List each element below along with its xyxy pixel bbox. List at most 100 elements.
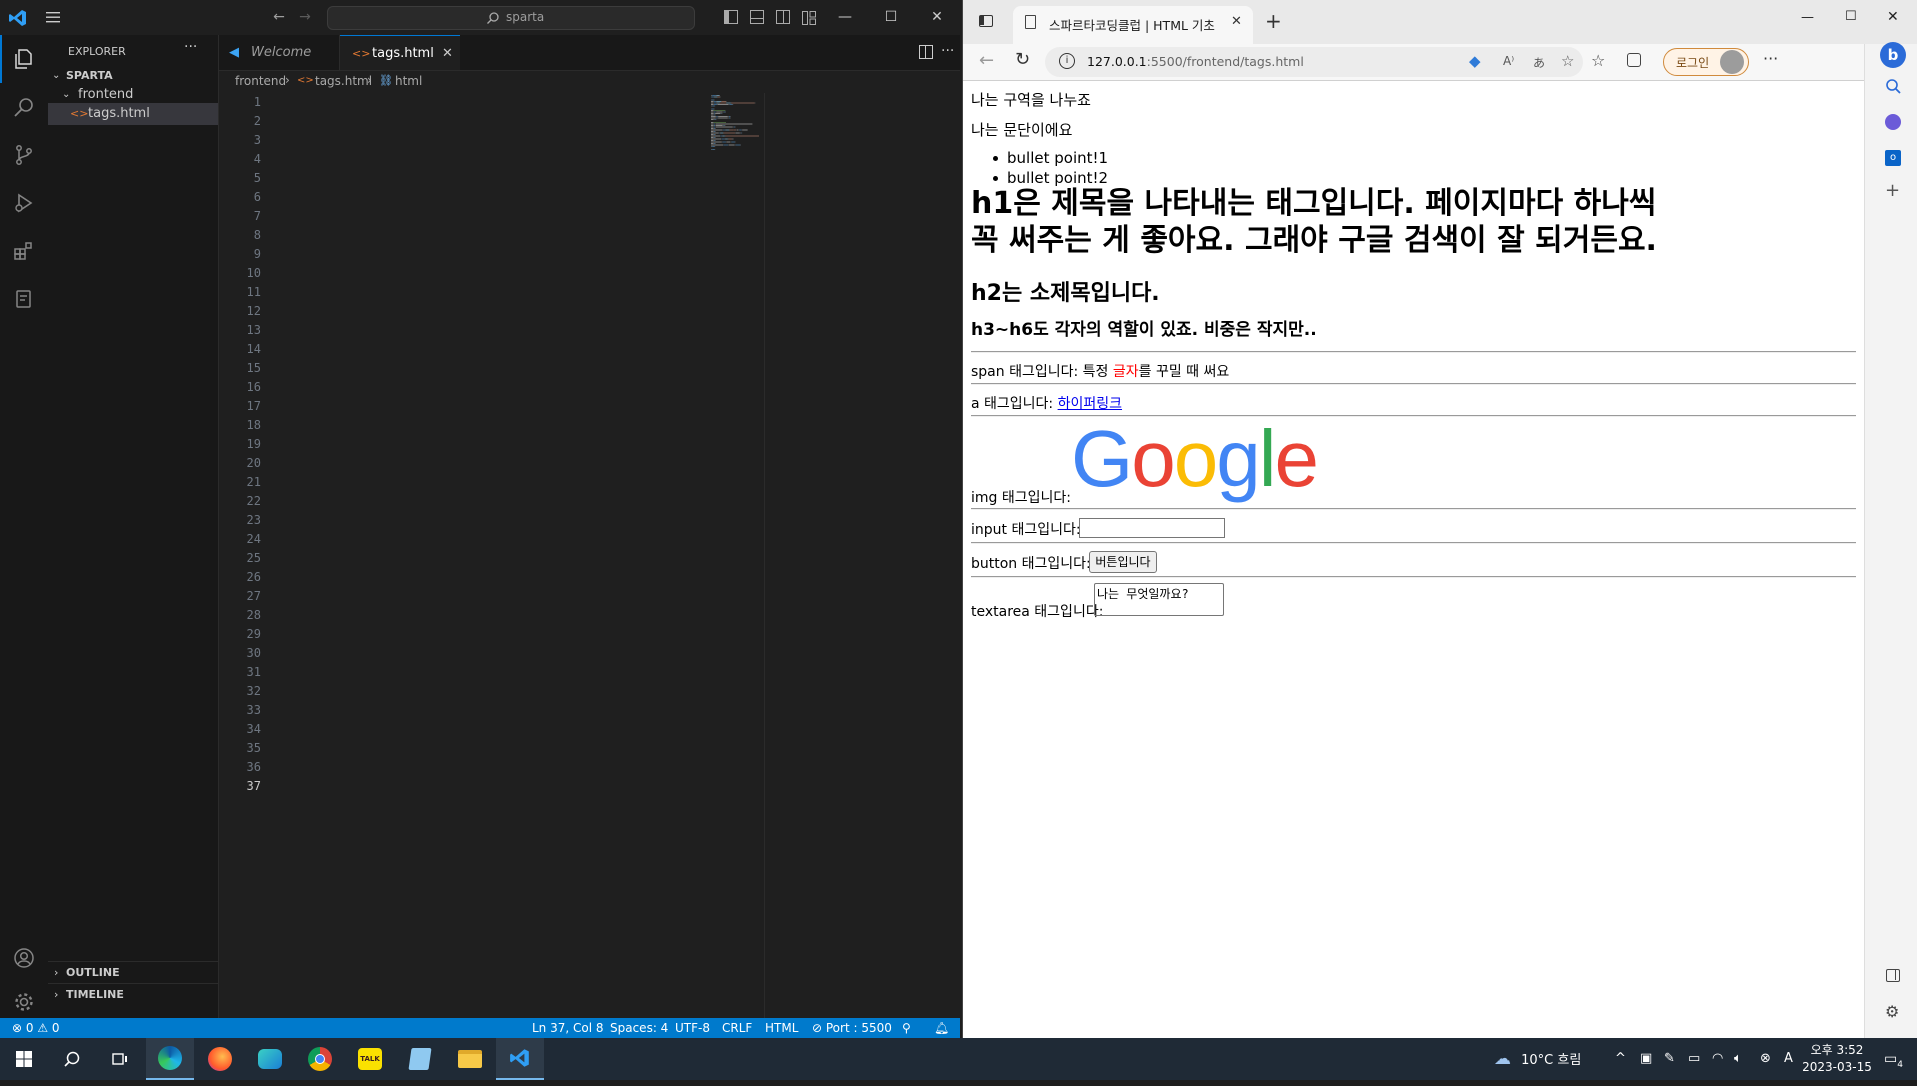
run-debug-icon[interactable] xyxy=(0,179,48,227)
cursor-position[interactable]: Ln 37, Col 8 xyxy=(532,1018,604,1038)
back-arrow-icon[interactable]: ← xyxy=(979,50,994,71)
clock[interactable]: 오후 3:52 2023-03-15 xyxy=(1800,1042,1874,1076)
command-center-search[interactable]: sparta xyxy=(327,6,695,30)
refresh-icon[interactable]: ↻ xyxy=(1015,49,1030,70)
add-favorite-icon[interactable]: ☆ xyxy=(1561,52,1574,70)
login-button[interactable]: 로그인 xyxy=(1663,48,1749,76)
toggle-panel-icon[interactable] xyxy=(750,10,764,24)
source-control-icon[interactable] xyxy=(0,131,48,179)
outlook-icon[interactable]: o xyxy=(1885,150,1901,166)
vertical-scrollbar[interactable] xyxy=(764,93,779,1018)
explorer-more-icon[interactable]: ··· xyxy=(184,39,197,55)
info-icon[interactable]: i xyxy=(1059,53,1075,69)
close-tab-icon[interactable]: ✕ xyxy=(442,36,453,71)
task-view-icon[interactable] xyxy=(96,1038,144,1080)
weather-widget[interactable]: ☁ 10°C 흐림 xyxy=(1494,1038,1581,1080)
close-button[interactable]: ✕ xyxy=(914,0,960,35)
code-editor[interactable]: 1 2 3 4 5 6 7 8 9 10 11 12 13 14 15 16 17 18 19 20 21 22 23 24 2… xyxy=(219,93,960,1018)
account-icon[interactable] xyxy=(0,934,48,982)
favorites-icon[interactable]: ☆ xyxy=(1591,51,1605,70)
file-tags-html[interactable]: <> tags.html xyxy=(48,103,218,125)
breadcrumb-folder[interactable]: frontend xyxy=(235,74,286,88)
text-input[interactable] xyxy=(1079,518,1225,538)
edge-app-icon[interactable] xyxy=(146,1038,194,1080)
tab-actions-icon[interactable] xyxy=(979,15,993,27)
end-of-line[interactable]: CRLF xyxy=(722,1018,752,1038)
maximize-button[interactable]: ☐ xyxy=(1845,9,1857,24)
extensions-icon[interactable] xyxy=(0,227,48,275)
minimap[interactable] xyxy=(709,93,764,153)
customize-layout-icon[interactable] xyxy=(802,10,816,25)
vscode-app-icon[interactable] xyxy=(496,1038,544,1080)
forward-arrow-icon[interactable]: → xyxy=(296,8,314,26)
status-tray-icon[interactable]: ⊗ xyxy=(1760,1038,1771,1080)
new-tab-button[interactable]: + xyxy=(1265,9,1282,33)
minimap-token xyxy=(715,113,720,114)
pen-icon[interactable]: ✎ xyxy=(1664,1038,1675,1080)
show-hidden-icons-chevron[interactable]: ^ xyxy=(1615,1038,1626,1080)
tag-icon[interactable]: ◆ xyxy=(1469,52,1481,70)
start-button[interactable] xyxy=(0,1038,48,1080)
close-button[interactable]: ✕ xyxy=(1887,9,1899,25)
more-options-icon[interactable]: ··· xyxy=(1763,49,1778,68)
toggle-secondary-sidebar-icon[interactable] xyxy=(776,10,790,24)
bing-chat-icon[interactable]: b xyxy=(1880,42,1906,68)
search-icon[interactable] xyxy=(1885,78,1901,98)
outline-section[interactable]: › OUTLINE xyxy=(48,961,218,984)
problems-indicator[interactable]: ⊗ 0 ⚠ 0 xyxy=(12,1018,60,1038)
display-icon[interactable]: ▭ xyxy=(1688,1038,1700,1080)
notepad-app-icon[interactable] xyxy=(396,1038,444,1080)
maximize-button[interactable]: ☐ xyxy=(868,0,914,35)
encoding[interactable]: UTF-8 xyxy=(675,1018,710,1038)
add-icon[interactable]: + xyxy=(1885,180,1900,201)
close-tab-icon[interactable]: ✕ xyxy=(1231,14,1242,29)
toggle-primary-sidebar-icon[interactable] xyxy=(724,10,738,24)
tab-tags-html[interactable]: <> tags.html ✕ xyxy=(340,35,460,70)
hyperlink[interactable]: 하이퍼링크 xyxy=(1058,396,1122,412)
tab-welcome[interactable]: ◀ Welcome xyxy=(219,35,340,70)
menu-icon[interactable] xyxy=(44,9,62,25)
minimize-button[interactable]: — xyxy=(822,0,868,35)
copilot-icon[interactable] xyxy=(1885,114,1901,130)
testing-icon[interactable] xyxy=(0,275,48,323)
line-number: 19 xyxy=(246,437,261,451)
minimap-token xyxy=(721,138,722,140)
breadcrumb-symbol[interactable]: html xyxy=(395,74,422,88)
chrome-app-icon[interactable] xyxy=(296,1038,344,1080)
more-actions-icon[interactable]: ··· xyxy=(941,43,954,59)
minimap-token xyxy=(717,96,718,98)
kakaotalk-app-icon[interactable]: TALK xyxy=(346,1038,394,1080)
textarea[interactable]: 나는 무엇일까요? xyxy=(1094,583,1224,616)
search-view-icon[interactable] xyxy=(0,83,48,131)
file-explorer-app-icon[interactable] xyxy=(446,1038,494,1080)
breadcrumb-file[interactable]: tags.html xyxy=(315,74,372,88)
indentation[interactable]: Spaces: 4 xyxy=(610,1018,668,1038)
minimize-button[interactable]: — xyxy=(1801,10,1814,25)
language-mode[interactable]: HTML xyxy=(765,1018,798,1038)
notepad-logo-icon xyxy=(408,1048,432,1070)
notification-center-icon[interactable]: ▭4 xyxy=(1884,1038,1903,1080)
address-bar[interactable]: i 127.0.0.1:5500/frontend/tags.html ◆ A⁾… xyxy=(1045,47,1583,77)
notifications-bell-icon[interactable]: 🔔︎ xyxy=(934,1018,949,1038)
live-server-port[interactable]: ⊘ Port : 5500 xyxy=(812,1018,892,1038)
settings-gear-icon[interactable]: ⚙ xyxy=(1885,1002,1899,1021)
minimap-token xyxy=(722,141,726,143)
volume-icon[interactable]: 🔈︎ xyxy=(1734,1038,1742,1080)
browser-tab-active[interactable]: 스파르타코딩클럽 | HTML 기초 ✕ xyxy=(1013,6,1253,44)
feedback-icon[interactable]: ⚲ xyxy=(902,1018,911,1038)
split-editor-icon[interactable] xyxy=(919,45,933,59)
app-icon[interactable] xyxy=(246,1038,294,1080)
tray-icon[interactable]: ▣ xyxy=(1640,1038,1652,1080)
search-icon[interactable] xyxy=(48,1038,96,1080)
timeline-section[interactable]: › TIMELINE xyxy=(48,983,218,1006)
ime-icon[interactable]: A xyxy=(1784,1038,1793,1080)
back-arrow-icon[interactable]: ← xyxy=(270,8,288,26)
translate-icon[interactable]: あ xyxy=(1533,54,1545,71)
wifi-icon[interactable]: ◠ xyxy=(1712,1038,1723,1080)
read-aloud-icon[interactable]: A⁾ xyxy=(1503,54,1514,68)
firefox-app-icon[interactable] xyxy=(196,1038,244,1080)
demo-button[interactable]: 버튼입니다 xyxy=(1089,551,1157,573)
explorer-icon[interactable] xyxy=(0,35,48,83)
collections-icon[interactable] xyxy=(1627,53,1641,67)
sidebar-toggle-icon[interactable] xyxy=(1886,969,1900,982)
